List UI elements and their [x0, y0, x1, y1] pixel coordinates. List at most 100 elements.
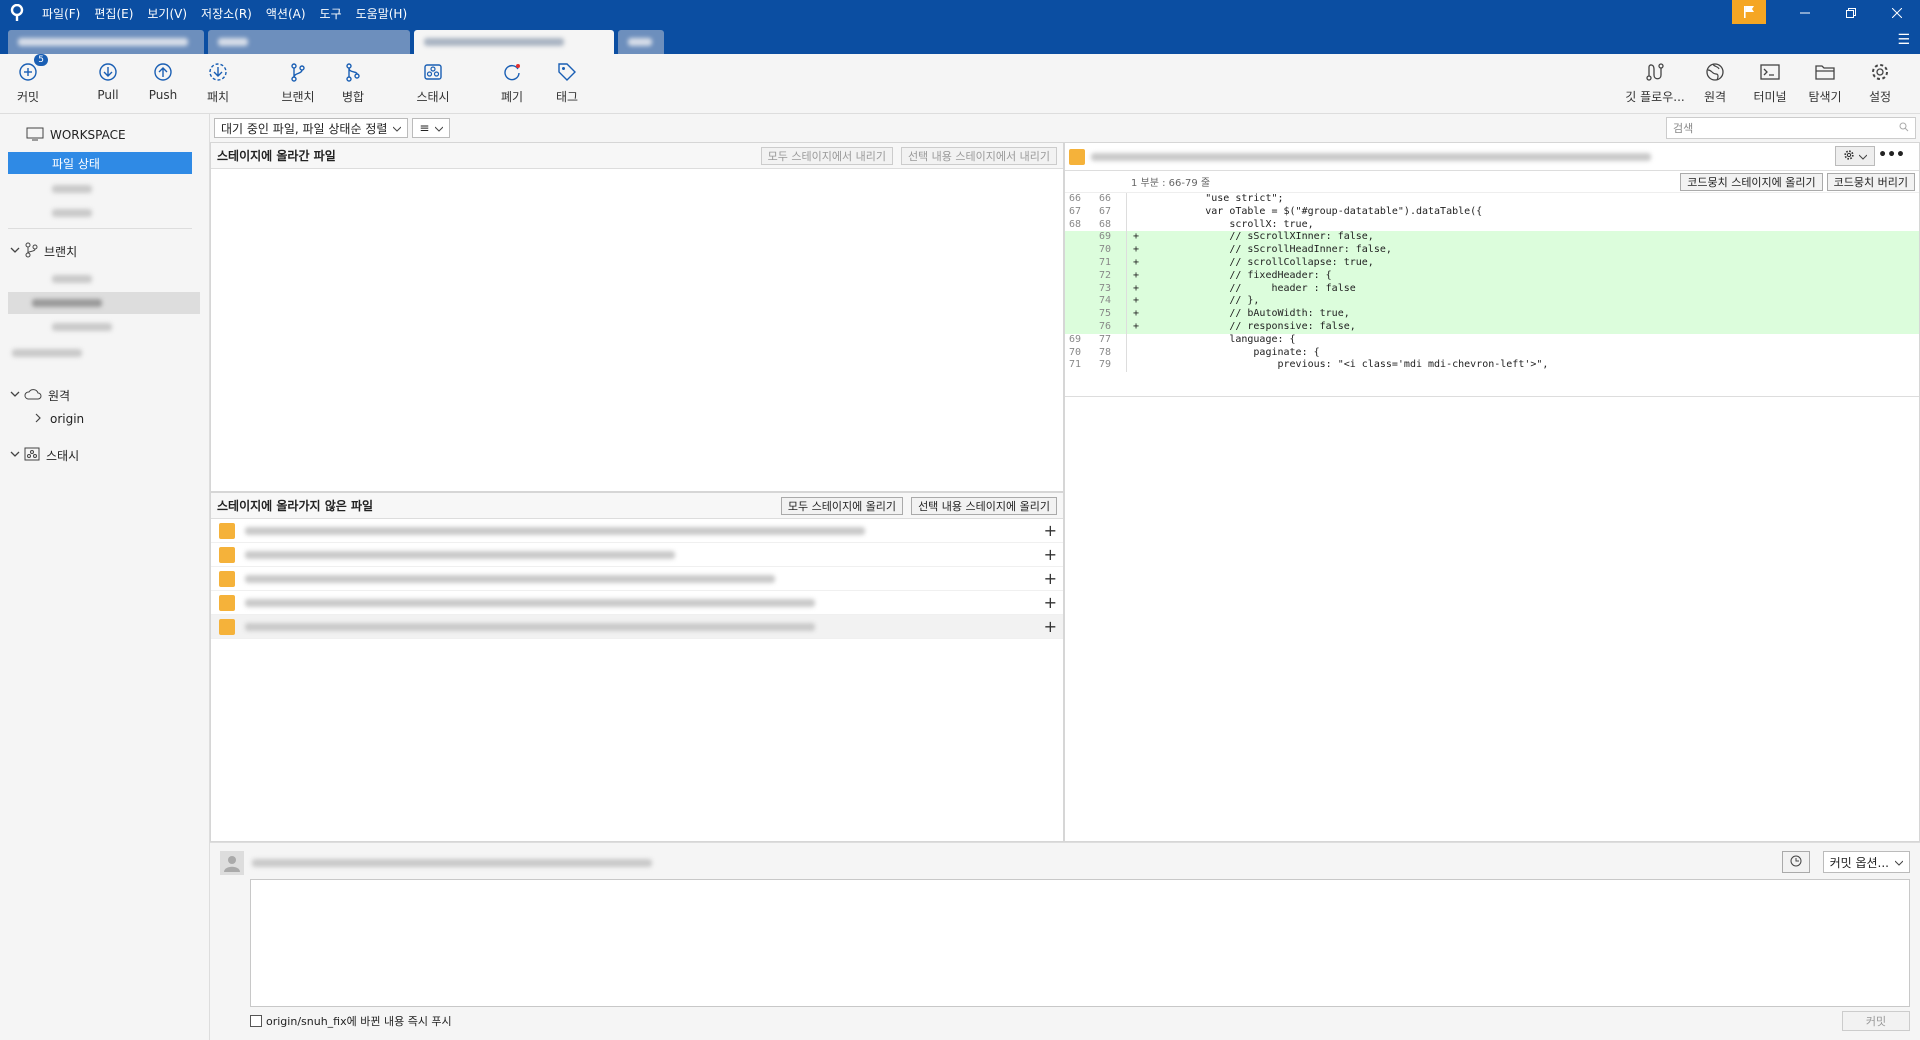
diff-line-added[interactable]: 69 + // sScrollXInner: false,: [1065, 231, 1919, 245]
menu-repository[interactable]: 저장소(R): [201, 5, 252, 22]
explorer-button[interactable]: 탐색기: [1797, 60, 1853, 105]
old-line-number: [1065, 244, 1095, 257]
list-item[interactable]: +: [211, 591, 1063, 615]
pull-button[interactable]: Pull: [80, 60, 136, 102]
diff-line-added[interactable]: 74 + // },: [1065, 295, 1919, 309]
stage-selected-button[interactable]: 선택 내용 스테이지에 올리기: [911, 496, 1057, 515]
modified-file-icon: [219, 618, 235, 635]
branch-item[interactable]: [8, 268, 200, 290]
flag-icon[interactable]: [1732, 0, 1766, 24]
tag-button[interactable]: 태그: [539, 60, 595, 105]
hamburger-menu-icon[interactable]: ☰: [1897, 32, 1910, 48]
stage-file-plus-icon[interactable]: +: [1044, 617, 1057, 636]
menu-file[interactable]: 파일(F): [42, 5, 80, 22]
sidebar-item-history[interactable]: [8, 178, 200, 200]
diff-line-context[interactable]: 70 78 paginate: {: [1065, 346, 1919, 360]
close-button[interactable]: [1874, 0, 1920, 26]
repo-tab[interactable]: [208, 30, 410, 54]
discard-hunk-button[interactable]: 코드뭉치 버리기: [1826, 172, 1915, 191]
code-text: "use strict";: [1133, 193, 1284, 204]
merge-label: 병합: [341, 90, 365, 104]
menu-view[interactable]: 보기(V): [147, 5, 187, 22]
merge-button[interactable]: 병합: [325, 60, 381, 105]
diff-line-context[interactable]: 69 77 language: {: [1065, 333, 1919, 347]
remotes-label: 원격: [48, 388, 71, 403]
push-button[interactable]: Push: [135, 60, 191, 102]
settings-button[interactable]: 설정: [1852, 60, 1908, 105]
toolbar: 5 커밋 Pull Push 패치 브랜치 병합 스태시 폐기 태그 깃 플로우…: [0, 54, 1920, 114]
diff-line-context[interactable]: 66 66 "use strict";: [1065, 193, 1919, 206]
modified-file-icon: [1069, 148, 1085, 165]
old-line-number: [1065, 321, 1095, 334]
repo-tab-active[interactable]: [414, 30, 614, 54]
search-input[interactable]: 검색: [1666, 117, 1916, 139]
sidebar-item-search[interactable]: [8, 202, 200, 224]
push-immediately-checkbox[interactable]: origin/snuh_fix에 바뀐 내용 즉시 푸시: [250, 1013, 452, 1029]
remote-item-origin[interactable]: origin: [8, 408, 200, 430]
diff-line-context[interactable]: 71 79 previous: "<i class='mdi mdi-chevro…: [1065, 359, 1919, 373]
branch-button[interactable]: 브랜치: [270, 60, 326, 105]
commit-options-dropdown[interactable]: 커밋 옵션...: [1822, 851, 1910, 873]
view-mode-dropdown[interactable]: ≡: [412, 118, 451, 138]
list-item[interactable]: +: [211, 543, 1063, 567]
menu-edit[interactable]: 편집(E): [94, 5, 133, 22]
sidebar-section-branches[interactable]: 브랜치: [8, 240, 200, 262]
stage-file-plus-icon[interactable]: +: [1044, 593, 1057, 612]
diff-line-added[interactable]: 76 + // responsive: false,: [1065, 320, 1919, 334]
explorer-label: 탐색기: [1808, 90, 1842, 104]
push-label: Push: [148, 88, 178, 102]
list-item-selected[interactable]: +: [211, 615, 1063, 639]
commit-message-input[interactable]: [250, 879, 1910, 1007]
branch-item-current[interactable]: [8, 292, 200, 314]
diff-line-added[interactable]: 71 + // scrollCollapse: true,: [1065, 256, 1919, 270]
code-text: + // header : false: [1133, 282, 1356, 294]
diff-line-added[interactable]: 75 + // bAutoWidth: true,: [1065, 308, 1919, 321]
diff-line-added[interactable]: 73 + // header : false: [1065, 282, 1919, 296]
history-button[interactable]: [1782, 851, 1810, 873]
menu-actions[interactable]: 액션(A): [266, 5, 306, 22]
diff-settings-button[interactable]: [1835, 146, 1875, 166]
menu-help[interactable]: 도움말(H): [356, 5, 408, 22]
minimize-button[interactable]: [1782, 0, 1828, 26]
more-options-icon[interactable]: •••: [1878, 147, 1905, 163]
maximize-button[interactable]: [1828, 0, 1874, 26]
repo-tab[interactable]: [8, 30, 204, 54]
sidebar-section-stashes[interactable]: 스태시: [8, 444, 200, 466]
code-text: paginate: {: [1133, 346, 1320, 358]
branch-label: 브랜치: [281, 90, 315, 104]
stage-file-plus-icon[interactable]: +: [1044, 545, 1057, 564]
unstage-all-button[interactable]: 모두 스테이지에서 내리기: [760, 146, 893, 165]
commit-count-badge: 5: [34, 54, 48, 66]
commit-submit-button[interactable]: 커밋: [1842, 1011, 1910, 1031]
stage-hunk-button[interactable]: 코드뭉치 스테이지에 올리기: [1680, 172, 1823, 191]
diff-panel: ••• 1 부분 : 66-79 줄 코드뭉치 스테이지에 올리기 코드뭉치 버…: [1064, 142, 1920, 842]
code-text: + // fixedHeader: {: [1133, 269, 1332, 281]
chevron-down-icon: [10, 448, 20, 462]
discard-button[interactable]: 폐기: [484, 60, 540, 105]
terminal-button[interactable]: 터미널: [1742, 60, 1798, 105]
list-item[interactable]: +: [211, 567, 1063, 591]
unstage-selected-button[interactable]: 선택 내용 스테이지에서 내리기: [900, 146, 1057, 165]
file-filter-dropdown[interactable]: 대기 중인 파일, 파일 상태순 정렬: [214, 118, 409, 138]
sidebar: WORKSPACE 파일 상태 브랜치 원격 origin 스태시: [0, 114, 210, 1040]
stage-file-plus-icon[interactable]: +: [1044, 569, 1057, 588]
list-item[interactable]: +: [211, 519, 1063, 543]
new-tab-button[interactable]: [618, 30, 664, 54]
git-flow-button[interactable]: 깃 플로우...: [1620, 60, 1690, 105]
stage-all-button[interactable]: 모두 스테이지에 올리기: [780, 496, 904, 515]
stash-button[interactable]: 스태시: [405, 60, 461, 105]
menu-tools[interactable]: 도구: [320, 5, 342, 22]
stage-file-plus-icon[interactable]: +: [1044, 521, 1057, 540]
sidebar-section-remotes[interactable]: 원격: [8, 384, 200, 406]
sidebar-section-tags[interactable]: [8, 342, 200, 364]
diff-line-added[interactable]: 70 + // sScrollHeadInner: false,: [1065, 244, 1919, 257]
diff-line-context[interactable]: 68 68 scrollX: true,: [1065, 218, 1919, 232]
fetch-button[interactable]: 패치: [190, 60, 246, 105]
checkbox[interactable]: [250, 1015, 262, 1027]
branch-item[interactable]: [8, 316, 200, 338]
remote-button[interactable]: 원격: [1687, 60, 1743, 105]
diff-line-context[interactable]: 67 67 var oTable = $("#group-datatable").…: [1065, 205, 1919, 219]
commit-button[interactable]: 5 커밋: [0, 54, 56, 105]
sidebar-item-file-status[interactable]: 파일 상태: [8, 152, 192, 174]
diff-line-added[interactable]: 72 + // fixedHeader: {: [1065, 269, 1919, 283]
